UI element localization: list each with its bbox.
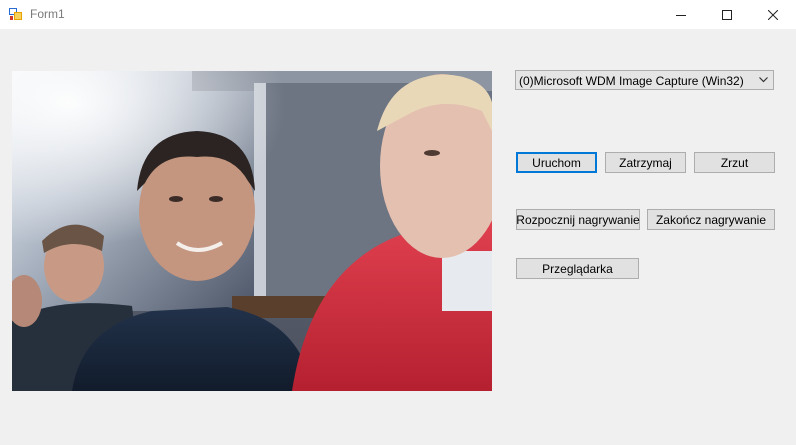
maximize-icon [722,9,732,20]
maximize-button[interactable] [704,0,750,29]
camera-device-value: (0)Microsoft WDM Image Capture (Win32) [519,74,744,88]
camera-device-select[interactable]: (0)Microsoft WDM Image Capture (Win32) [515,70,774,90]
title-bar[interactable]: Form1 [0,0,796,29]
close-icon [768,9,778,20]
window-title: Form1 [30,7,65,21]
chevron-down-icon [759,77,768,83]
start-recording-button[interactable]: Rozpocznij nagrywanie [516,209,640,230]
browser-button[interactable]: Przeglądarka [516,258,639,279]
stop-recording-button[interactable]: Zakończ nagrywanie [647,209,775,230]
snapshot-button[interactable]: Zrzut [694,152,775,173]
camera-preview [12,71,492,391]
app-icon[interactable] [9,7,23,21]
start-button[interactable]: Uruchom [516,152,597,173]
close-button[interactable] [750,0,796,29]
stop-button[interactable]: Zatrzymaj [605,152,686,173]
minimize-button[interactable] [658,0,704,29]
minimize-icon [676,14,686,16]
